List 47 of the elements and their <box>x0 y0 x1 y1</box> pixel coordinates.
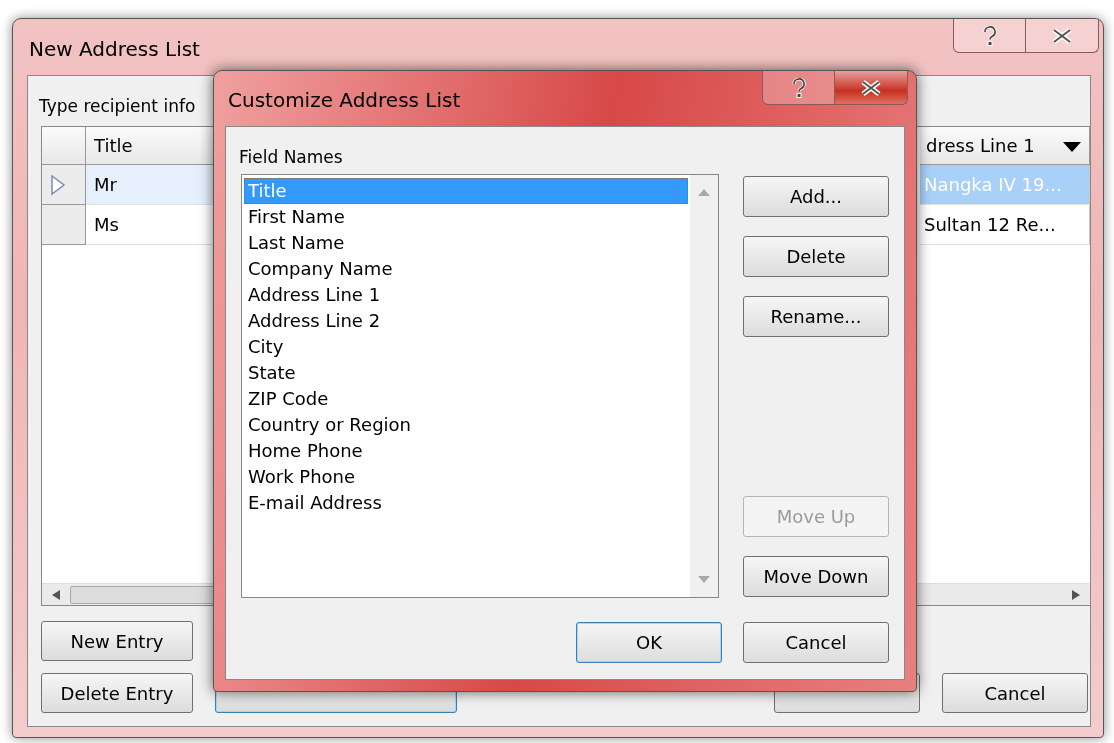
list-item[interactable]: Home Phone <box>244 438 688 464</box>
instruction-text: Type recipient info <box>39 95 196 118</box>
field-names-list[interactable]: Title First Name Last Name Company Name Address Line 1 Address Line 2 City State ZIP Code Country or Region Home Phone Work Phone E-mail Address <box>241 174 719 598</box>
dialog-button[interactable]: Add... <box>743 176 889 217</box>
list-item[interactable]: State <box>244 360 688 386</box>
dialog-button[interactable]: Rename... <box>743 296 889 337</box>
list-item[interactable]: E-mail Address <box>244 490 688 516</box>
list-item[interactable]: First Name <box>244 204 688 230</box>
table-cell: Nangka IV 19... <box>920 165 1090 205</box>
ok-button[interactable]: OK <box>576 622 722 663</box>
close-icon <box>860 79 882 96</box>
column-header[interactable]: Title <box>86 127 216 165</box>
list-item[interactable]: Address Line 2 <box>244 308 688 334</box>
list-item[interactable]: City <box>244 334 688 360</box>
list-item[interactable]: Company Name <box>244 256 688 282</box>
help-button[interactable] <box>954 19 1026 52</box>
scroll-right-icon <box>1072 589 1080 600</box>
table-cell: Sultan 12 Re... <box>920 205 1090 245</box>
scroll-left-icon <box>52 589 60 600</box>
dialog-button[interactable]: Delete <box>743 236 889 277</box>
dialog-title: Customize Address List <box>228 87 461 114</box>
window-title: New Address List <box>29 36 200 63</box>
delete-entry-button[interactable]: Delete Entry <box>41 673 193 713</box>
list-item[interactable]: Country or Region <box>244 412 688 438</box>
list-item[interactable]: Address Line 1 <box>244 282 688 308</box>
cancel-button[interactable]: Cancel <box>743 622 889 663</box>
list-label: Field Names <box>239 146 343 169</box>
column-header[interactable]: dress Line 1 <box>920 127 1090 165</box>
help-button[interactable] <box>763 71 835 104</box>
new-entry-button[interactable]: New Entry <box>41 621 193 661</box>
row-header-corner <box>42 127 86 165</box>
scroll-up-icon <box>698 189 710 196</box>
list-item[interactable]: Work Phone <box>244 464 688 490</box>
cancel-button[interactable]: Cancel <box>942 673 1088 713</box>
vertical-scrollbar[interactable] <box>690 175 718 597</box>
close-button[interactable] <box>1026 19 1098 52</box>
close-icon <box>1051 27 1073 44</box>
row-header[interactable] <box>42 165 86 205</box>
current-row-icon <box>50 173 66 196</box>
help-icon <box>791 77 806 98</box>
help-icon <box>982 25 997 46</box>
list-item[interactable]: Last Name <box>244 230 688 256</box>
row-header[interactable] <box>42 205 86 245</box>
list-item[interactable]: ZIP Code <box>244 386 688 412</box>
table-cell: Mr <box>86 165 216 205</box>
dialog-button[interactable]: Move Down <box>743 556 889 597</box>
close-button[interactable] <box>835 71 907 104</box>
